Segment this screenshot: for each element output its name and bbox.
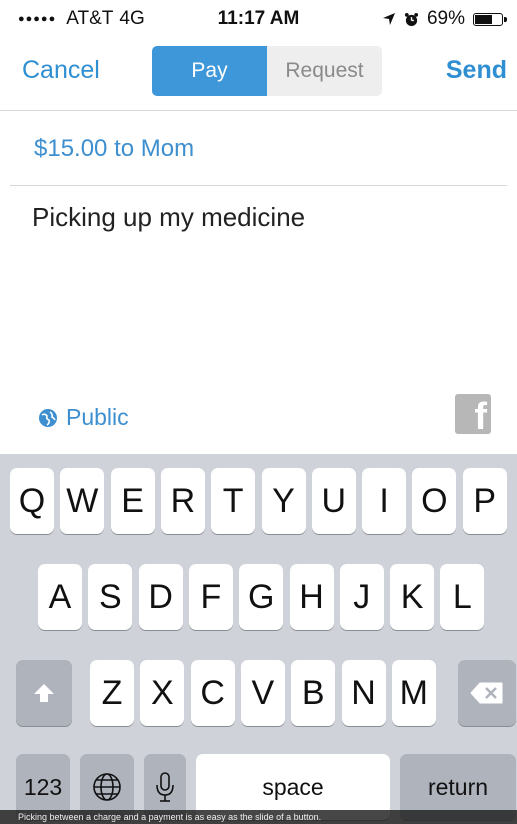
key-b[interactable]: B <box>291 660 336 726</box>
request-segment[interactable]: Request <box>267 46 382 96</box>
status-right: 69% <box>382 8 507 30</box>
key-f[interactable]: F <box>188 564 233 630</box>
key-d[interactable]: D <box>138 564 183 630</box>
cancel-button[interactable]: Cancel <box>22 56 100 85</box>
shift-key[interactable] <box>16 660 72 726</box>
payment-summary-row[interactable]: $15.00 to Mom <box>10 111 507 186</box>
visibility-selector[interactable]: Public <box>38 404 129 431</box>
key-h[interactable]: H <box>289 564 334 630</box>
key-j[interactable]: J <box>339 564 384 630</box>
facebook-icon: f <box>474 396 487 434</box>
key-y[interactable]: Y <box>261 468 306 534</box>
visibility-label: Public <box>66 404 129 430</box>
payment-summary: $15.00 to Mom <box>34 135 195 162</box>
key-q[interactable]: Q <box>10 468 54 534</box>
facebook-share-toggle[interactable]: f <box>455 394 491 434</box>
key-l[interactable]: L <box>440 564 485 630</box>
delete-key[interactable] <box>458 660 516 726</box>
language-globe-icon <box>93 773 121 801</box>
key-t[interactable]: T <box>211 468 256 534</box>
key-m[interactable]: M <box>391 660 436 726</box>
battery-percent: 69% <box>426 8 465 29</box>
key-r[interactable]: R <box>160 468 205 534</box>
key-g[interactable]: G <box>239 564 284 630</box>
pay-segment[interactable]: Pay <box>152 46 267 96</box>
key-c[interactable]: C <box>190 660 235 726</box>
key-k[interactable]: K <box>390 564 435 630</box>
key-z[interactable]: Z <box>90 660 134 726</box>
image-caption: Picking between a charge and a payment i… <box>0 810 517 824</box>
keyboard: 123 space return QWERTYUIOPASDFGHJKLZXCV… <box>0 454 517 824</box>
key-p[interactable]: P <box>462 468 507 534</box>
key-e[interactable]: E <box>110 468 155 534</box>
status-bar: ●●●●● AT&T 4G 11:17 AM 69% <box>0 0 517 36</box>
backspace-icon <box>470 682 503 704</box>
globe-icon <box>39 408 57 427</box>
alarm-clock-icon <box>404 12 419 26</box>
key-w[interactable]: W <box>60 468 105 534</box>
key-i[interactable]: I <box>362 468 407 534</box>
key-v[interactable]: V <box>240 660 285 726</box>
shift-arrow-icon <box>34 684 54 702</box>
payment-note-input[interactable]: Picking up my medicine <box>32 202 305 233</box>
key-a[interactable]: A <box>38 564 82 630</box>
key-x[interactable]: X <box>140 660 185 726</box>
battery-icon <box>473 12 507 26</box>
battery-fill <box>475 14 492 24</box>
key-o[interactable]: O <box>412 468 457 534</box>
key-s[interactable]: S <box>88 564 133 630</box>
navigation-bar: Cancel Pay Request Send <box>0 36 517 111</box>
pay-request-segmented-control: Pay Request <box>152 46 382 96</box>
location-arrow-icon <box>382 13 395 25</box>
key-n[interactable]: N <box>341 660 386 726</box>
send-button[interactable]: Send <box>446 56 507 85</box>
key-u[interactable]: U <box>311 468 356 534</box>
microphone-icon <box>156 772 174 802</box>
